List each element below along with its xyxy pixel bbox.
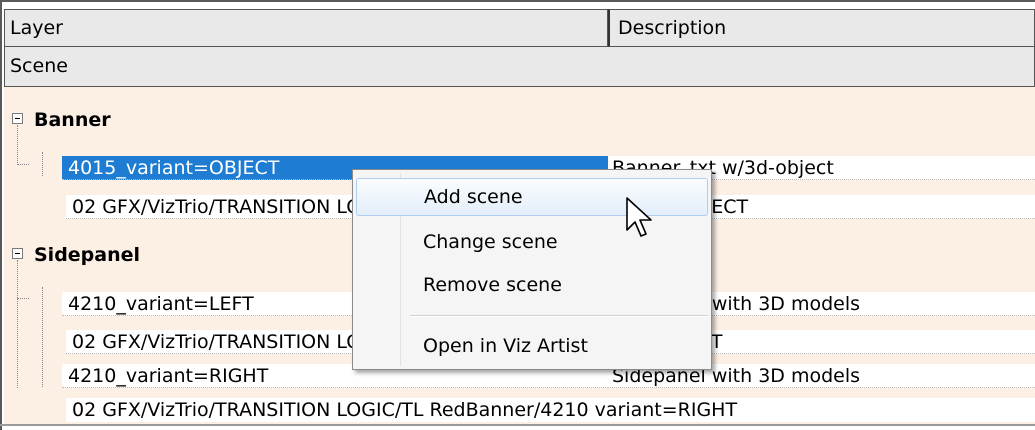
collapse-toggle-icon[interactable]: [12, 113, 23, 124]
tree-line: [17, 164, 29, 165]
collapse-toggle-icon[interactable]: [12, 248, 23, 259]
group-label: Banner: [34, 109, 111, 131]
layer-tree-panel: Layer Description Scene Banner 4015_vari…: [0, 0, 1035, 430]
scene-header: Scene: [4, 47, 1035, 87]
layer-name: 4210_variant=RIGHT: [68, 365, 269, 387]
menu-item-remove-scene[interactable]: Remove scene: [356, 266, 708, 304]
context-menu: Add scene Change scene Remove scene Open…: [352, 169, 712, 370]
mouse-pointer-icon: [626, 197, 652, 237]
group-label: Sidepanel: [34, 244, 141, 266]
column-header-layer[interactable]: Layer: [4, 9, 608, 47]
menu-item-open-in-viz-artist[interactable]: Open in Viz Artist: [356, 327, 708, 365]
tree-line: [17, 125, 18, 165]
tree-row[interactable]: 02 GFX/VizTrio/TRANSITION LOGIC/TL RedBa…: [66, 398, 1035, 422]
menu-item-add-scene[interactable]: Add scene: [356, 178, 708, 216]
tree-line: [17, 260, 18, 388]
column-header-description[interactable]: Description: [608, 9, 1035, 47]
layer-name: 4210_variant=LEFT: [68, 293, 254, 315]
panel-border: [0, 0, 2, 430]
panel-border: [0, 0, 1035, 2]
menu-separator: [410, 315, 708, 317]
menu-item-change-scene[interactable]: Change scene: [356, 223, 708, 261]
layer-name: 02 GFX/VizTrio/TRANSITION LOGIC/TL RedBa…: [72, 399, 738, 421]
tree-line: [42, 152, 43, 176]
panel-border: [0, 424, 1035, 426]
layer-name: 4015_variant=OBJECT: [68, 157, 280, 179]
tree-line: [17, 298, 29, 299]
tree-line: [42, 287, 43, 387]
